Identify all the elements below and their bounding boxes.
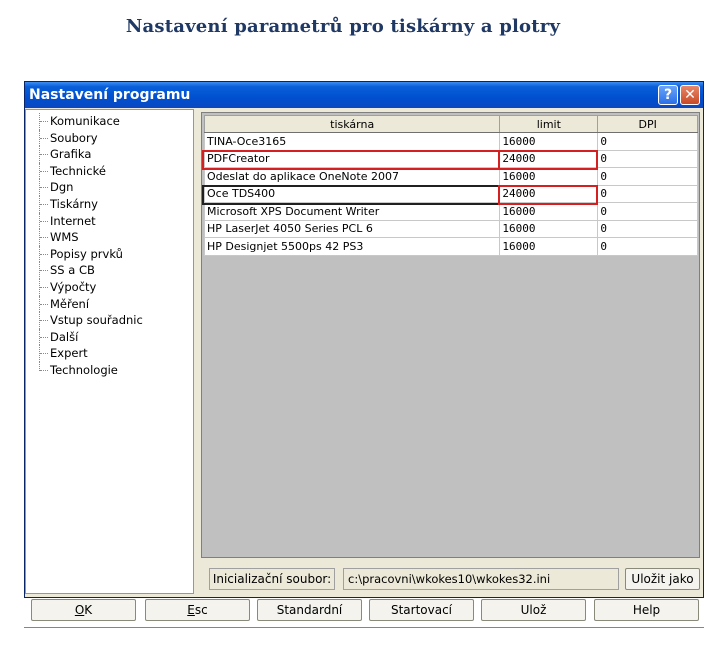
- settings-tree: Komunikace Soubory Grafika Technické Dgn…: [25, 109, 194, 594]
- tree-item-mereni[interactable]: Měření: [26, 295, 193, 313]
- init-file-label: Inicializační soubor:: [209, 568, 335, 590]
- printer-name-cell[interactable]: HP LaserJet 4050 Series PCL 6: [203, 219, 501, 238]
- tree-item-dgn[interactable]: Dgn: [26, 179, 193, 196]
- dpi-cell[interactable]: 0: [597, 149, 698, 168]
- tree-item-popisy-prvku[interactable]: Popisy prvků: [26, 245, 193, 263]
- limit-cell[interactable]: 16000: [499, 167, 599, 186]
- tree-item-technologie[interactable]: Technologie: [26, 361, 193, 379]
- standard-button[interactable]: Standardní: [257, 599, 362, 621]
- tree-item-dalsi[interactable]: Další: [26, 328, 193, 346]
- printer-name-cell[interactable]: Odeslat do aplikace OneNote 2007: [203, 167, 501, 186]
- table-row[interactable]: TINA-Oce3165 16000 0: [203, 132, 698, 151]
- dpi-cell[interactable]: 0: [597, 132, 698, 151]
- column-header-limit[interactable]: limit: [499, 115, 599, 133]
- dpi-cell[interactable]: 0: [597, 184, 698, 203]
- column-header-dpi[interactable]: DPI: [597, 115, 698, 133]
- dpi-cell[interactable]: 0: [597, 237, 698, 256]
- tree-item-technicke[interactable]: Technické: [26, 162, 193, 180]
- tree-item-expert[interactable]: Expert: [26, 345, 193, 362]
- limit-cell[interactable]: 24000: [499, 184, 599, 203]
- printer-name-cell[interactable]: HP Designjet 5500ps 42 PS3: [203, 237, 501, 256]
- init-file-field[interactable]: c:\pracovni\wkokes10\wkokes32.ini: [343, 568, 619, 590]
- help-button[interactable]: Help: [594, 599, 699, 621]
- bottom-divider: [24, 627, 704, 628]
- printer-name-cell[interactable]: Oce TDS400: [203, 184, 501, 203]
- startup-button[interactable]: Startovací: [369, 599, 474, 621]
- window-titlebar[interactable]: Nastavení programu ? ✕: [25, 82, 703, 108]
- printer-name-cell[interactable]: PDFCreator: [203, 149, 501, 168]
- table-row[interactable]: Oce TDS400 24000 0: [203, 184, 698, 203]
- printer-table: tiskárna limit DPI TINA-Oce3165 16000 0 …: [203, 115, 698, 256]
- printer-name-cell[interactable]: TINA-Oce3165: [203, 132, 501, 151]
- tree-item-vypocty[interactable]: Výpočty: [26, 278, 193, 296]
- table-row[interactable]: HP Designjet 5500ps 42 PS3 16000 0: [203, 237, 698, 256]
- tree-item-soubory[interactable]: Soubory: [26, 129, 193, 147]
- column-header-printer[interactable]: tiskárna: [203, 115, 501, 133]
- tree-item-internet[interactable]: Internet: [26, 212, 193, 230]
- close-icon[interactable]: ✕: [680, 85, 700, 105]
- esc-button[interactable]: Esc: [145, 599, 250, 621]
- limit-cell[interactable]: 16000: [499, 219, 599, 238]
- tree-item-grafika[interactable]: Grafika: [26, 146, 193, 163]
- tree-item-komunikace[interactable]: Komunikace: [26, 113, 193, 130]
- limit-cell[interactable]: 16000: [499, 202, 599, 221]
- help-icon[interactable]: ?: [658, 85, 678, 105]
- tree-item-vstup-souradnic[interactable]: Vstup souřadnic: [26, 312, 193, 329]
- window-title: Nastavení programu: [29, 87, 191, 103]
- table-row[interactable]: PDFCreator 24000 0: [203, 149, 698, 168]
- limit-cell[interactable]: 16000: [499, 237, 599, 256]
- tree-item-wms[interactable]: WMS: [26, 229, 193, 246]
- table-row[interactable]: HP LaserJet 4050 Series PCL 6 16000 0: [203, 219, 698, 238]
- table-row[interactable]: Odeslat do aplikace OneNote 2007 16000 0: [203, 167, 698, 186]
- dpi-cell[interactable]: 0: [597, 167, 698, 186]
- table-row[interactable]: Microsoft XPS Document Writer 16000 0: [203, 202, 698, 221]
- page-title: Nastavení parametrů pro tiskárny a plotr…: [125, 16, 561, 37]
- printer-grid-panel: tiskárna limit DPI TINA-Oce3165 16000 0 …: [201, 112, 700, 558]
- tree-item-ss-a-cb[interactable]: SS a CB: [26, 262, 193, 279]
- ok-button[interactable]: OK: [31, 599, 136, 621]
- dpi-cell[interactable]: 0: [597, 202, 698, 221]
- save-button[interactable]: Ulož: [481, 599, 586, 621]
- tree-item-tiskarny[interactable]: Tiskárny: [26, 195, 193, 213]
- settings-window: Nastavení programu ? ✕ Komunikace Soubor…: [24, 81, 704, 598]
- limit-cell[interactable]: 24000: [499, 149, 599, 168]
- printer-name-cell[interactable]: Microsoft XPS Document Writer: [203, 202, 501, 221]
- save-as-button[interactable]: Uložit jako: [625, 568, 700, 590]
- limit-cell[interactable]: 16000: [499, 132, 599, 151]
- dpi-cell[interactable]: 0: [597, 219, 698, 238]
